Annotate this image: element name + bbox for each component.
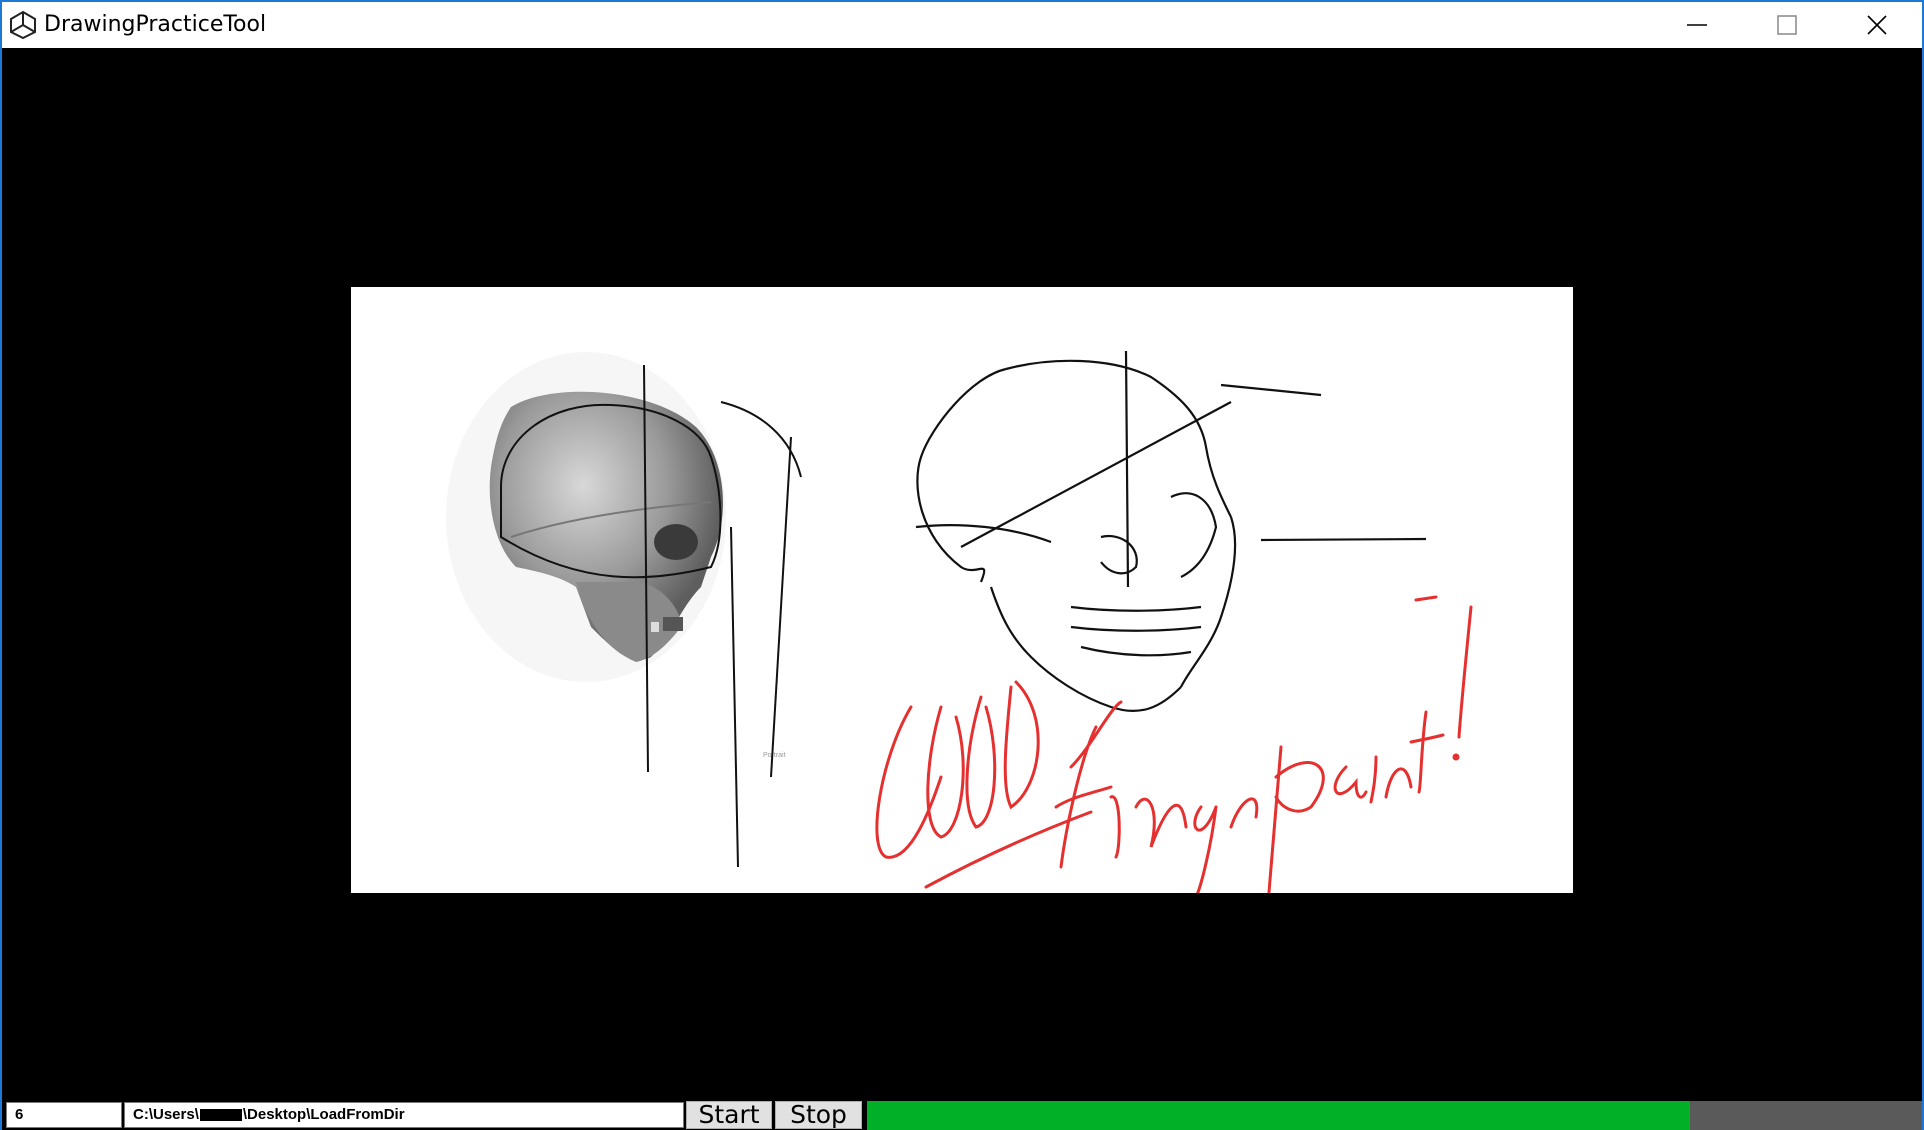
minimize-icon: [1687, 24, 1707, 26]
close-button[interactable]: [1832, 2, 1922, 48]
path-prefix: C:\Users\: [133, 1106, 199, 1123]
interval-input[interactable]: 6: [6, 1102, 122, 1128]
minimize-button[interactable]: [1652, 2, 1742, 48]
maximize-button[interactable]: [1742, 2, 1832, 48]
window-title: DrawingPracticeTool: [44, 12, 267, 37]
folder-path-input[interactable]: C:\Users\ \Desktop\LoadFromDir: [124, 1102, 684, 1128]
redacted-username: [199, 1109, 242, 1122]
path-suffix: \Desktop\LoadFromDir: [242, 1106, 405, 1123]
red-annotation: [875, 595, 1473, 893]
unity-logo-icon: [10, 10, 36, 40]
maximize-icon: [1777, 15, 1797, 35]
svg-text:Portrait: Portrait: [763, 752, 786, 759]
timer-progress-fill: [867, 1101, 1690, 1130]
start-button[interactable]: Start: [686, 1101, 772, 1129]
skull-drawing-image: Portrait: [446, 350, 1473, 893]
control-bar: 6 C:\Users\ \Desktop\LoadFromDir Start St…: [2, 1098, 1922, 1130]
reference-image: Portrait: [351, 287, 1573, 893]
skull-sketch: [915, 350, 1427, 712]
timer-progress-bar: [867, 1101, 1922, 1130]
app-window: DrawingPracticeTool Portrait 6 C:\Users\…: [0, 0, 1924, 1130]
image-viewer: Portrait: [2, 48, 1922, 1098]
close-icon: [1867, 15, 1887, 35]
title-bar[interactable]: DrawingPracticeTool: [2, 2, 1922, 48]
stop-button[interactable]: Stop: [775, 1101, 862, 1129]
